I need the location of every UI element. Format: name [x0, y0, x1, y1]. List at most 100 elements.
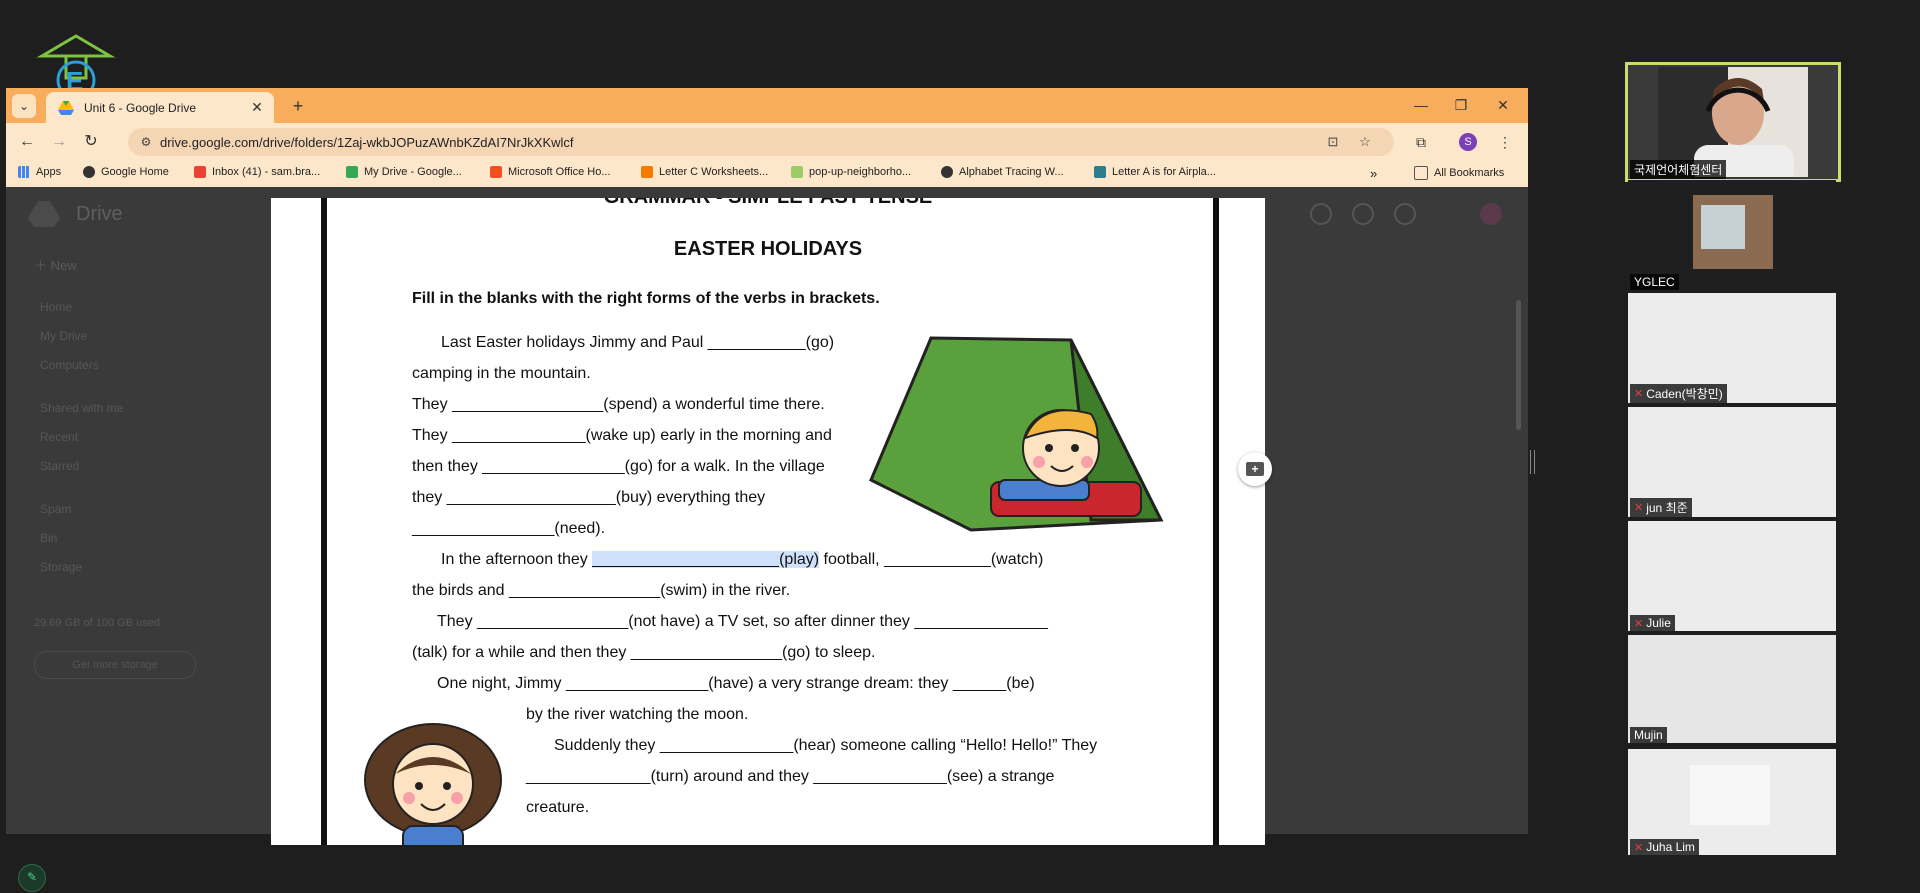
minimize-icon[interactable]: —: [1406, 94, 1436, 116]
tab-search-button[interactable]: ⌄: [12, 94, 36, 118]
worksheet-title: EASTER HOLIDAYS: [673, 238, 863, 260]
nav-recent[interactable]: Recent: [40, 430, 78, 444]
exercise-line: ________________(need).: [412, 520, 606, 537]
help-icon[interactable]: [1352, 203, 1374, 225]
participant-name: ✕ Julie: [1630, 615, 1675, 631]
selected-text[interactable]: _____________________: [592, 551, 780, 568]
profile-avatar[interactable]: S: [1459, 133, 1477, 151]
bookmark-google-home[interactable]: Google Home: [83, 166, 169, 178]
participant-tile[interactable]: YGLEC: [1628, 180, 1836, 290]
url-text: drive.google.com/drive/folders/1Zaj-wkbJ…: [160, 135, 574, 150]
bookmark-inbox[interactable]: Inbox (41) - sam.bra...: [194, 166, 320, 178]
exercise-line: In the afternoon they __________________…: [441, 551, 1043, 569]
all-bookmarks[interactable]: All Bookmarks: [1414, 166, 1504, 180]
menu-kebab-icon[interactable]: ⋮: [1494, 131, 1516, 153]
more-bookmarks-icon[interactable]: »: [1370, 166, 1377, 181]
participant-tile-active[interactable]: 국제언어체험센터: [1625, 62, 1841, 182]
bookmark-apps[interactable]: Apps: [18, 166, 61, 178]
selected-text[interactable]: (play): [779, 551, 820, 568]
exercise-line: One night, Jimmy ________________(have) …: [437, 675, 1035, 692]
new-tab-button[interactable]: +: [286, 94, 310, 118]
participant-tile[interactable]: ✕ jun 최준: [1628, 407, 1836, 517]
address-toolbar: ← → ↻ ⚙ drive.google.com/drive/folders/1…: [6, 123, 1528, 161]
forward-icon[interactable]: →: [48, 131, 70, 153]
page-border-left: [321, 198, 327, 845]
site-info-icon[interactable]: ⚙: [138, 134, 154, 150]
close-tab-icon[interactable]: ✕: [248, 99, 266, 116]
exercise-line: by the river watching the moon.: [526, 706, 749, 723]
exercise-line: creature.: [526, 799, 590, 816]
participant-tile[interactable]: ✕ Julie: [1628, 521, 1836, 631]
address-bar[interactable]: ⚙ drive.google.com/drive/folders/1Zaj-wk…: [128, 128, 1394, 156]
drive-icon: [346, 166, 358, 178]
participant-avatar: [1690, 765, 1770, 825]
drive-logo-icon: [28, 201, 60, 227]
bookmark-office[interactable]: Microsoft Office Ho...: [490, 166, 611, 178]
worksheet-preview: GRAMMAR - SIMPLE PAST TENSE EASTER HOLID…: [271, 198, 1265, 845]
restore-icon[interactable]: ❐: [1446, 94, 1476, 116]
add-comment-button[interactable]: +: [1238, 452, 1272, 486]
nav-home[interactable]: Home: [40, 300, 72, 314]
resize-handle[interactable]: [1530, 450, 1535, 474]
nav-computers[interactable]: Computers: [40, 358, 99, 372]
nav-storage[interactable]: Storage: [40, 560, 82, 574]
drive-brand: Drive: [76, 203, 123, 225]
new-button[interactable]: ＋ New: [34, 255, 77, 274]
bookmark-pop-up[interactable]: pop-up-neighborho...: [791, 166, 911, 178]
exercise-line: ______________(turn) around and they ___…: [526, 768, 1055, 785]
settings-icon[interactable]: [1394, 203, 1416, 225]
bookmark-letter-c[interactable]: Letter C Worksheets...: [641, 166, 768, 178]
office-icon: [490, 166, 502, 178]
page-border-right: [1213, 198, 1219, 845]
annotate-pencil-icon[interactable]: ✎: [18, 864, 46, 892]
participant-name: ✕ Juha Lim: [1630, 839, 1699, 855]
bookmarks-bar: Apps Google Home Inbox (41) - sam.bra...…: [6, 161, 1528, 188]
nav-starred[interactable]: Starred: [40, 459, 79, 473]
window-image: [1701, 205, 1745, 249]
tag-icon: [791, 166, 803, 178]
exercise-line: Suddenly they _______________(hear) some…: [554, 737, 1098, 754]
nav-spam[interactable]: Spam: [40, 502, 71, 516]
participant-tile[interactable]: ✕ Caden(박창민): [1628, 293, 1836, 403]
exercise-line: They _________________(spend) a wonderfu…: [412, 396, 825, 413]
exercise-line: They _______________(wake up) early in t…: [412, 427, 832, 444]
exercise-line: Last Easter holidays Jimmy and Paul ____…: [441, 334, 835, 351]
extensions-icon[interactable]: ⧉: [1410, 131, 1432, 153]
back-icon[interactable]: ←: [16, 131, 38, 153]
apps-grid-icon: [18, 166, 30, 178]
tab-unit-6[interactable]: Unit 6 - Google Drive ✕: [46, 92, 274, 123]
globe-icon: [83, 166, 95, 178]
bookmark-alphabet[interactable]: Alphabet Tracing W...: [941, 166, 1064, 178]
s-icon: [1094, 166, 1106, 178]
install-app-icon[interactable]: ⊡: [1324, 133, 1342, 151]
participant-tile[interactable]: ✕ Juha Lim: [1628, 749, 1836, 855]
storage-usage: 29.69 GB of 100 GB used: [34, 617, 160, 629]
girl-illustration: [364, 723, 502, 845]
exercise-line: they ___________________(buy) everything…: [412, 489, 766, 506]
nav-shared[interactable]: Shared with me: [40, 401, 123, 415]
exercise-line: (talk) for a while and then they _______…: [412, 644, 876, 661]
exercise-line: camping in the mountain.: [412, 365, 591, 382]
offline-icon[interactable]: [1310, 203, 1332, 225]
tab-bar: ⌄ Unit 6 - Google Drive ✕ + — ❐ ✕: [6, 88, 1528, 123]
exercise-text: In the afternoon they: [441, 551, 593, 568]
participant-avatar: [1693, 195, 1773, 269]
participant-name: 국제언어체험센터: [1630, 160, 1727, 179]
reload-icon[interactable]: ↻: [80, 131, 102, 153]
scrollbar[interactable]: [1516, 300, 1521, 430]
participant-tile[interactable]: Mujin: [1628, 635, 1836, 743]
exercise-line: They _________________(not have) a TV se…: [437, 613, 1048, 630]
bookmark-star-icon[interactable]: ☆: [1356, 133, 1374, 151]
participant-name: ✕ Caden(박창민): [1630, 384, 1727, 403]
participant-name: YGLEC: [1630, 274, 1679, 290]
worksheet-cut-header: GRAMMAR - SIMPLE PAST TENSE: [271, 198, 1265, 209]
add-comment-icon: +: [1246, 462, 1264, 476]
bookmark-letter-a[interactable]: Letter A is for Airpla...: [1094, 166, 1216, 178]
gmail-icon: [194, 166, 206, 178]
nav-bin[interactable]: Bin: [40, 531, 57, 545]
account-avatar[interactable]: [1480, 203, 1502, 225]
close-window-icon[interactable]: ✕: [1488, 94, 1518, 116]
get-storage-button[interactable]: Get more storage: [34, 651, 196, 679]
nav-my-drive[interactable]: My Drive: [40, 329, 87, 343]
bookmark-my-drive[interactable]: My Drive - Google...: [346, 166, 462, 178]
